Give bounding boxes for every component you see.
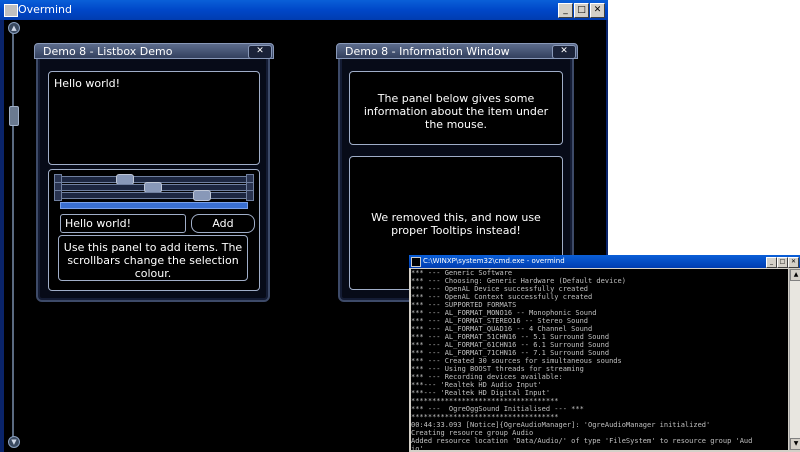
console-maximize-button[interactable]: □ bbox=[777, 257, 788, 268]
colour-preview-bar bbox=[60, 202, 248, 209]
console-line: *********************************** bbox=[411, 413, 559, 421]
slider-thumb[interactable] bbox=[9, 106, 19, 126]
scroll-up-icon[interactable]: ▲ bbox=[790, 269, 800, 281]
listbox-demo-close-button[interactable]: ✕ bbox=[248, 45, 272, 59]
console-line: *** --- Generic Software bbox=[411, 269, 513, 277]
console-line: ***--- 'Realtek HD Audio Input' bbox=[411, 381, 542, 389]
console-line: *** --- AL_FORMAT_51CHN16 -- 5.1 Surroun… bbox=[411, 333, 610, 341]
console-app-icon bbox=[411, 257, 421, 267]
slider-up-arrow-icon[interactable]: ▲ bbox=[8, 22, 20, 34]
scroll-down-icon[interactable]: ▼ bbox=[790, 438, 800, 450]
console-line: *** --- Recording devices available: bbox=[411, 373, 563, 381]
console-output[interactable]: *** --- Generic Software *** --- Choosing… bbox=[411, 269, 788, 450]
console-line: *** --- OpenAL Device successfully creat… bbox=[411, 285, 589, 293]
slider-down-arrow-icon[interactable]: ▼ bbox=[8, 436, 20, 448]
console-line: *** --- AL_FORMAT_STEREO16 -- Stereo Sou… bbox=[411, 317, 589, 325]
console-line: Creating resource group Audio bbox=[411, 429, 534, 437]
input-value: Hello world! bbox=[65, 217, 132, 230]
listbox-demo-title: Demo 8 - Listbox Demo bbox=[43, 45, 173, 58]
console-title-bar[interactable]: C:\WINXP\system32\cmd.exe - overmind _ □… bbox=[409, 255, 800, 268]
add-button[interactable]: Add bbox=[191, 214, 255, 233]
console-minimize-button[interactable]: _ bbox=[766, 257, 777, 268]
info-window-close-button[interactable]: ✕ bbox=[552, 45, 576, 59]
blue-scrollbar[interactable] bbox=[54, 190, 254, 201]
listbox-demo-titlebar[interactable]: Demo 8 - Listbox Demo bbox=[34, 43, 274, 59]
green-scrollbar[interactable] bbox=[54, 182, 254, 193]
list-item[interactable]: Hello world! bbox=[54, 77, 120, 90]
add-button-label: Add bbox=[212, 217, 234, 230]
vertical-slider[interactable]: ▲ ▼ bbox=[7, 22, 20, 448]
console-line: io' bbox=[411, 445, 424, 450]
listbox[interactable]: Hello world! bbox=[48, 71, 260, 165]
console-line: *** --- AL_FORMAT_71CHN16 -- 7.1 Surroun… bbox=[411, 349, 610, 357]
info-top-panel: The panel below gives some information a… bbox=[349, 71, 563, 145]
console-line: Added resource location 'Data/Audio/' of… bbox=[411, 437, 753, 445]
maximize-button[interactable]: □ bbox=[574, 3, 589, 18]
console-line: *** --- AL_FORMAT_MONO16 -- Monophonic S… bbox=[411, 309, 597, 317]
console-line: *** --- Created 30 sources for simultane… bbox=[411, 357, 622, 365]
window-title-bar[interactable]: Overmind _ □ ✕ bbox=[0, 0, 608, 20]
info-bottom-text: We removed this, and now use proper Tool… bbox=[371, 211, 541, 237]
console-line: 00:44:33.093 [Notice]{OgreAudioManager]:… bbox=[411, 421, 711, 429]
console-line: *********************************** bbox=[411, 397, 559, 405]
slider-track bbox=[12, 32, 14, 438]
console-line: *** --- OgreOggSound Initialised --- *** bbox=[411, 405, 584, 413]
scroll-right-icon[interactable] bbox=[246, 190, 254, 201]
console-scrollbar[interactable]: ▲ ▼ bbox=[789, 269, 800, 450]
app-icon bbox=[4, 4, 18, 17]
console-line: *** --- AL_FORMAT_61CHN16 -- 6.1 Surroun… bbox=[411, 341, 610, 349]
console-line: *** --- OpenAL Context successfully crea… bbox=[411, 293, 593, 301]
blue-scroll-thumb[interactable] bbox=[193, 190, 211, 201]
info-window-title: Demo 8 - Information Window bbox=[345, 45, 510, 58]
console-line: *** --- AL_FORMAT_QUAD16 -- 4 Channel So… bbox=[411, 325, 593, 333]
info-window-titlebar[interactable]: Demo 8 - Information Window bbox=[336, 43, 578, 59]
listbox-info-text: Use this panel to add items. The scrollb… bbox=[63, 241, 243, 280]
console-line: ***--- 'Realtek HD Digital Input' bbox=[411, 389, 551, 397]
listbox-info-panel: Use this panel to add items. The scrollb… bbox=[58, 235, 248, 281]
close-button[interactable]: ✕ bbox=[590, 3, 605, 18]
window-title: Overmind bbox=[18, 3, 72, 16]
console-close-button[interactable]: ✕ bbox=[788, 257, 799, 268]
console-title: C:\WINXP\system32\cmd.exe - overmind bbox=[423, 257, 565, 265]
console-window: C:\WINXP\system32\cmd.exe - overmind _ □… bbox=[409, 255, 800, 452]
scroll-left-icon[interactable] bbox=[54, 190, 62, 201]
info-top-text: The panel below gives some information a… bbox=[363, 92, 549, 131]
item-text-input[interactable]: Hello world! bbox=[60, 214, 186, 233]
console-line: *** --- Choosing: Generic Hardware (Defa… bbox=[411, 277, 626, 285]
minimize-button[interactable]: _ bbox=[558, 3, 573, 18]
console-line: *** --- SUPPORTED FORMATS bbox=[411, 301, 517, 309]
console-line: *** --- Using BOOST threads for streamin… bbox=[411, 365, 584, 373]
